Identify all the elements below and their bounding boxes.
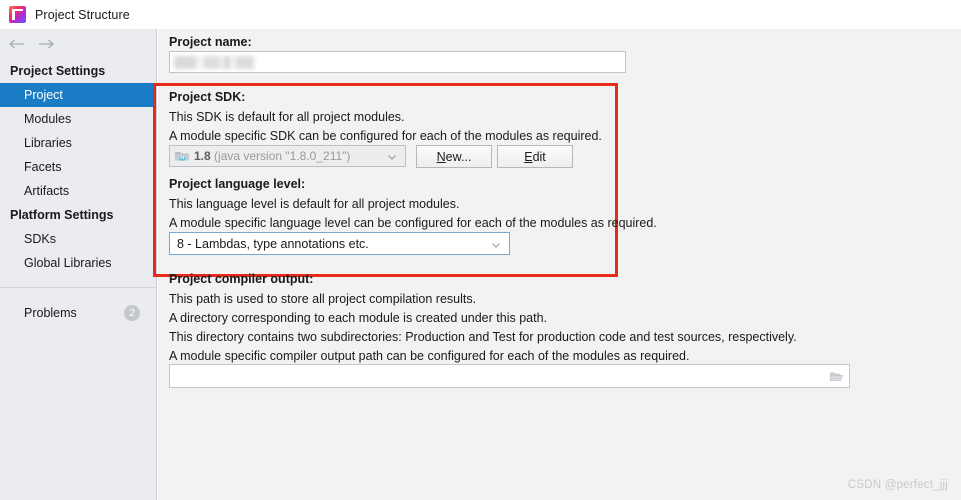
- title-bar: Project Structure: [0, 0, 961, 29]
- problems-count-badge: 2: [124, 305, 140, 321]
- project-language-level-description-line-1: This language level is default for all p…: [169, 197, 460, 211]
- project-sdk-version: 1.8: [194, 149, 211, 163]
- project-name-label: Project name:: [169, 35, 252, 49]
- edit-sdk-button[interactable]: Edit: [497, 145, 573, 168]
- project-sdk-description-line-2: A module specific SDK can be configured …: [169, 129, 602, 143]
- sidebar-item-facets[interactable]: Facets: [0, 155, 156, 179]
- project-compiler-output-description-line-2: A directory corresponding to each module…: [169, 311, 547, 325]
- project-language-level-combobox[interactable]: 8 - Lambdas, type annotations etc.: [169, 232, 510, 255]
- chevron-down-icon[interactable]: [490, 238, 502, 250]
- problems-label: Problems: [24, 306, 77, 320]
- main-panel: Project name: Project SDK: This SDK is d…: [153, 29, 961, 500]
- chevron-down-icon[interactable]: [386, 150, 398, 162]
- sidebar-item-sdks[interactable]: SDKs: [0, 227, 156, 251]
- project-language-level-label: Project language level:: [169, 177, 306, 191]
- project-sdk-version-detail: (java version "1.8.0_211"): [214, 149, 351, 163]
- intellij-idea-icon: [9, 6, 26, 23]
- arrow-right-icon[interactable]: [37, 36, 56, 52]
- java-sdk-folder-icon: [174, 149, 190, 163]
- project-compiler-output-field[interactable]: [169, 364, 850, 388]
- project-language-level-combobox-value: 8 - Lambdas, type annotations etc.: [177, 236, 369, 251]
- edit-sdk-button-label: Edit: [524, 149, 546, 164]
- project-compiler-output-description-line-1: This path is used to store all project c…: [169, 292, 477, 306]
- folder-open-icon[interactable]: [825, 365, 847, 387]
- new-sdk-button-label: New...: [436, 149, 472, 164]
- navigation-row: [0, 29, 156, 59]
- sidebar-item-project[interactable]: Project: [0, 83, 156, 107]
- sidebar-item-global-libraries[interactable]: Global Libraries: [0, 251, 156, 275]
- window-title: Project Structure: [35, 7, 130, 22]
- sidebar: Project Settings Project Modules Librari…: [0, 29, 157, 500]
- sidebar-item-problems[interactable]: Problems 2: [0, 301, 156, 325]
- sidebar-item-libraries[interactable]: Libraries: [0, 131, 156, 155]
- project-language-level-description-line-2: A module specific language level can be …: [169, 216, 657, 230]
- new-sdk-button-mnemonic: N: [436, 149, 446, 164]
- sidebar-item-artifacts[interactable]: Artifacts: [0, 179, 156, 203]
- project-sdk-label: Project SDK:: [169, 90, 246, 104]
- arrow-left-icon[interactable]: [8, 36, 27, 52]
- project-sdk-combobox[interactable]: 1.8 (java version "1.8.0_211"): [169, 145, 406, 167]
- project-name-input[interactable]: [169, 51, 626, 73]
- project-sdk-combobox-value: 1.8 (java version "1.8.0_211"): [194, 149, 386, 163]
- sidebar-group-project-settings: Project Settings: [10, 64, 106, 78]
- sidebar-group-platform-settings: Platform Settings: [10, 208, 114, 222]
- project-structure-window: Project Structure Project Settings Proje…: [0, 0, 961, 500]
- edit-sdk-button-mnemonic: E: [524, 149, 533, 164]
- project-compiler-output-description-line-3: This directory contains two subdirectori…: [169, 330, 797, 344]
- new-sdk-button[interactable]: New...: [416, 145, 492, 168]
- sidebar-item-modules[interactable]: Modules: [0, 107, 156, 131]
- project-compiler-output-label: Project compiler output:: [169, 272, 314, 286]
- sidebar-divider: [0, 287, 157, 288]
- project-name-redacted-value: [174, 56, 254, 69]
- project-sdk-description-line-1: This SDK is default for all project modu…: [169, 110, 405, 124]
- watermark: CSDN @perfect_jjj: [847, 479, 948, 491]
